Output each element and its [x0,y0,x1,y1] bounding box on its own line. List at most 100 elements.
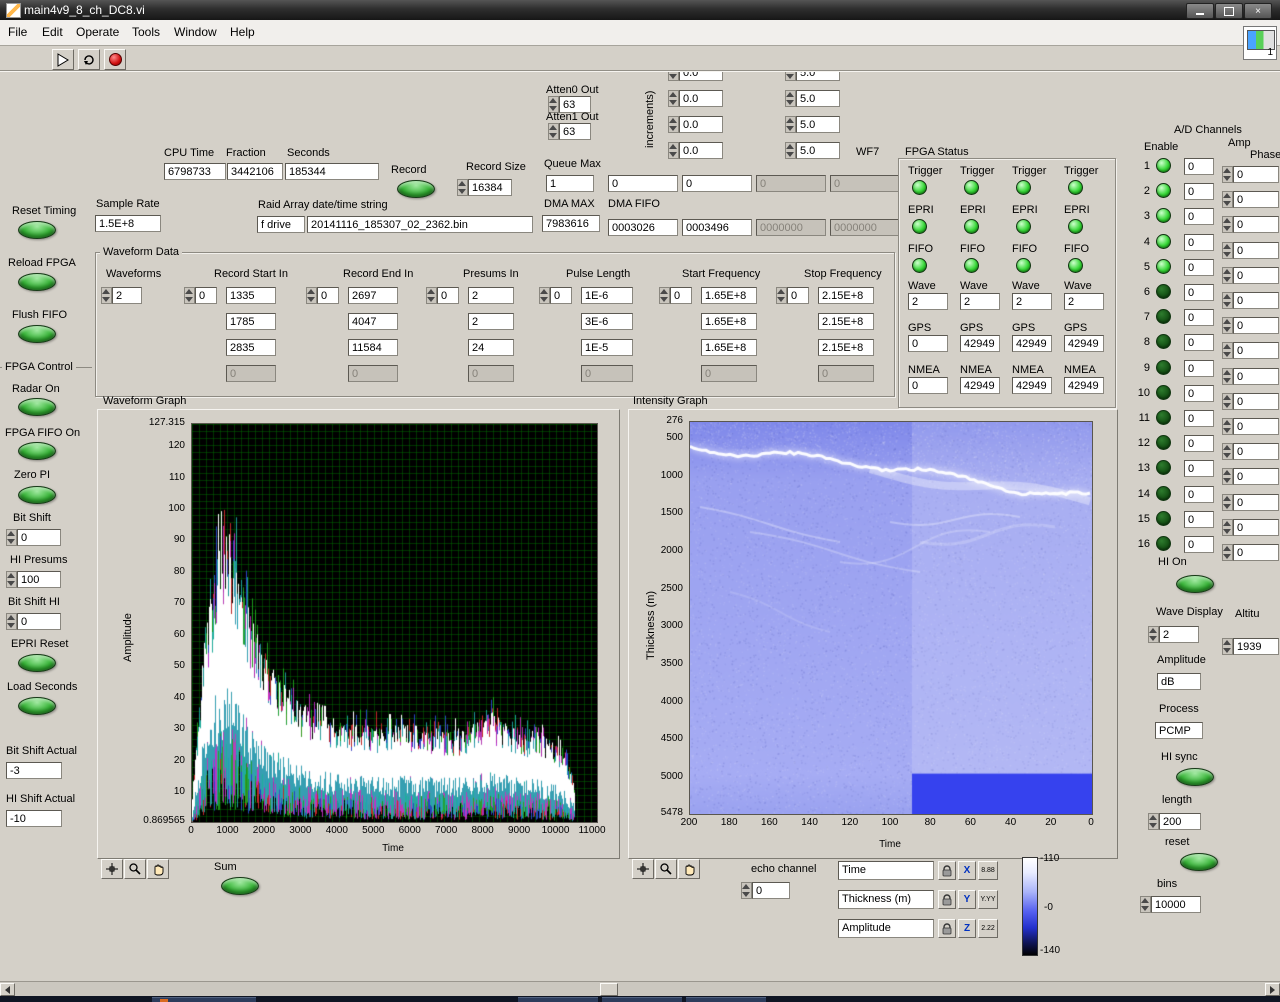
ad-enable-led[interactable] [1156,284,1171,299]
column-value-field[interactable]: 2 [468,287,514,304]
column-value-field[interactable]: 1E-5 [581,339,633,356]
column-value-field[interactable]: 1785 [226,313,276,330]
ad-phase-field[interactable]: 0 [1233,468,1279,485]
hi-presums-field[interactable]: 100 [17,571,61,588]
axis-autoscale-button[interactable]: X [958,861,976,880]
echo-channel-increment[interactable] [741,882,752,899]
ad-phase-field[interactable]: 0 [1233,368,1279,385]
scroll-left-button[interactable] [0,983,15,996]
length-field[interactable]: 200 [1159,813,1201,830]
column-value-field[interactable]: 24 [468,339,514,356]
amplitude-mode-dropdown[interactable]: dB [1157,673,1201,690]
load-seconds-button[interactable] [18,697,56,715]
ad-enable-led[interactable] [1156,385,1171,400]
column-value-field[interactable]: 2835 [226,339,276,356]
reload-fpga-button[interactable] [18,273,56,291]
ad-phase-increment[interactable] [1222,166,1233,183]
ad-phase-field[interactable]: 0 [1233,494,1279,511]
partial-right-field[interactable]: 5.0 [796,116,840,133]
ad-phase-increment[interactable] [1222,342,1233,359]
ad-phase-increment[interactable] [1222,468,1233,485]
bins-field[interactable]: 10000 [1151,896,1201,913]
partial-right-increment[interactable] [785,90,796,107]
ad-enable-led[interactable] [1156,158,1171,173]
column-index-field[interactable]: 0 [550,287,572,304]
bins-increment[interactable] [1140,896,1151,913]
maximize-button[interactable] [1215,3,1243,19]
intensity-colorbar[interactable] [1022,857,1038,956]
ad-phase-increment[interactable] [1222,292,1233,309]
axis-format-button[interactable]: Y.YY [978,890,998,909]
partial-left-increment[interactable] [668,116,679,133]
column-index-increment[interactable] [306,287,317,304]
waveform-pan-tool-button[interactable] [147,859,169,879]
ad-phase-field[interactable]: 0 [1233,166,1279,183]
taskbar-button[interactable] [152,997,256,1002]
ad-enable-led[interactable] [1156,410,1171,425]
vi-icon[interactable]: 1 [1243,26,1277,60]
column-value-field[interactable]: 1E-6 [581,287,633,304]
column-value-field[interactable]: 11584 [348,339,398,356]
axis-lock-button[interactable] [938,919,956,938]
ad-enable-led[interactable] [1156,334,1171,349]
waveforms-increment[interactable] [101,287,112,304]
epri-reset-button[interactable] [18,654,56,672]
wave-display-field[interactable]: 2 [1159,626,1199,643]
scrollbar-thumb[interactable] [600,983,618,996]
ad-phase-field[interactable]: 0 [1233,544,1279,561]
hi-presums-increment[interactable] [6,571,17,588]
menu-tools[interactable]: Tools [132,25,160,39]
ad-enable-led[interactable] [1156,360,1171,375]
partial-left-field[interactable]: 0.0 [679,142,723,159]
ad-enable-led[interactable] [1156,536,1171,551]
waveform-plot-canvas[interactable] [191,423,598,823]
ad-phase-increment[interactable] [1222,216,1233,233]
partial-right-field[interactable]: 5.0 [796,72,840,81]
intensity-pan-tool-button[interactable] [678,859,700,879]
column-value-field[interactable]: 1.65E+8 [701,287,757,304]
column-value-field[interactable]: 2.15E+8 [818,339,874,356]
axis-lock-button[interactable] [938,861,956,880]
ad-phase-increment[interactable] [1222,443,1233,460]
ad-phase-field[interactable]: 0 [1233,267,1279,284]
column-value-field[interactable]: 4047 [348,313,398,330]
ad-phase-increment[interactable] [1222,494,1233,511]
ad-phase-increment[interactable] [1222,544,1233,561]
record-button[interactable] [397,180,435,198]
column-index-field[interactable]: 0 [195,287,217,304]
partial-right-increment[interactable] [785,142,796,159]
echo-channel-field[interactable]: 0 [752,882,790,899]
ad-phase-field[interactable]: 0 [1233,443,1279,460]
atten1-out-field[interactable]: 63 [559,123,591,140]
ad-phase-field[interactable]: 0 [1233,242,1279,259]
axis-name-field[interactable]: Time [838,861,934,880]
waveform-crosshair-tool-button[interactable] [101,859,123,879]
close-button[interactable]: × [1244,3,1272,19]
partial-left-increment[interactable] [668,90,679,107]
ad-enable-led[interactable] [1156,234,1171,249]
axis-format-button[interactable]: 2.22 [978,919,998,938]
menu-file[interactable]: File [8,25,27,39]
altitude-increment[interactable] [1222,638,1233,655]
column-value-field[interactable]: 2 [468,313,514,330]
column-value-field[interactable]: 1.65E+8 [701,313,757,330]
zero-pi-button[interactable] [18,486,56,504]
waveform-zoom-tool-button[interactable] [124,859,146,879]
ad-phase-increment[interactable] [1222,242,1233,259]
column-value-field[interactable]: 2697 [348,287,398,304]
bit-shift-increment[interactable] [6,529,17,546]
ad-phase-increment[interactable] [1222,317,1233,334]
reset-timing-button[interactable] [18,221,56,239]
column-value-field[interactable]: 2.15E+8 [818,287,874,304]
partial-right-increment[interactable] [785,72,796,81]
ad-phase-field[interactable]: 0 [1233,393,1279,410]
partial-left-field[interactable]: 0.0 [679,116,723,133]
partial-left-increment[interactable] [668,142,679,159]
partial-right-increment[interactable] [785,116,796,133]
menu-edit[interactable]: Edit [42,25,63,39]
ad-enable-led[interactable] [1156,460,1171,475]
ad-phase-field[interactable]: 0 [1233,292,1279,309]
column-index-increment[interactable] [426,287,437,304]
axis-format-button[interactable]: 8.88 [978,861,998,880]
column-index-increment[interactable] [539,287,550,304]
